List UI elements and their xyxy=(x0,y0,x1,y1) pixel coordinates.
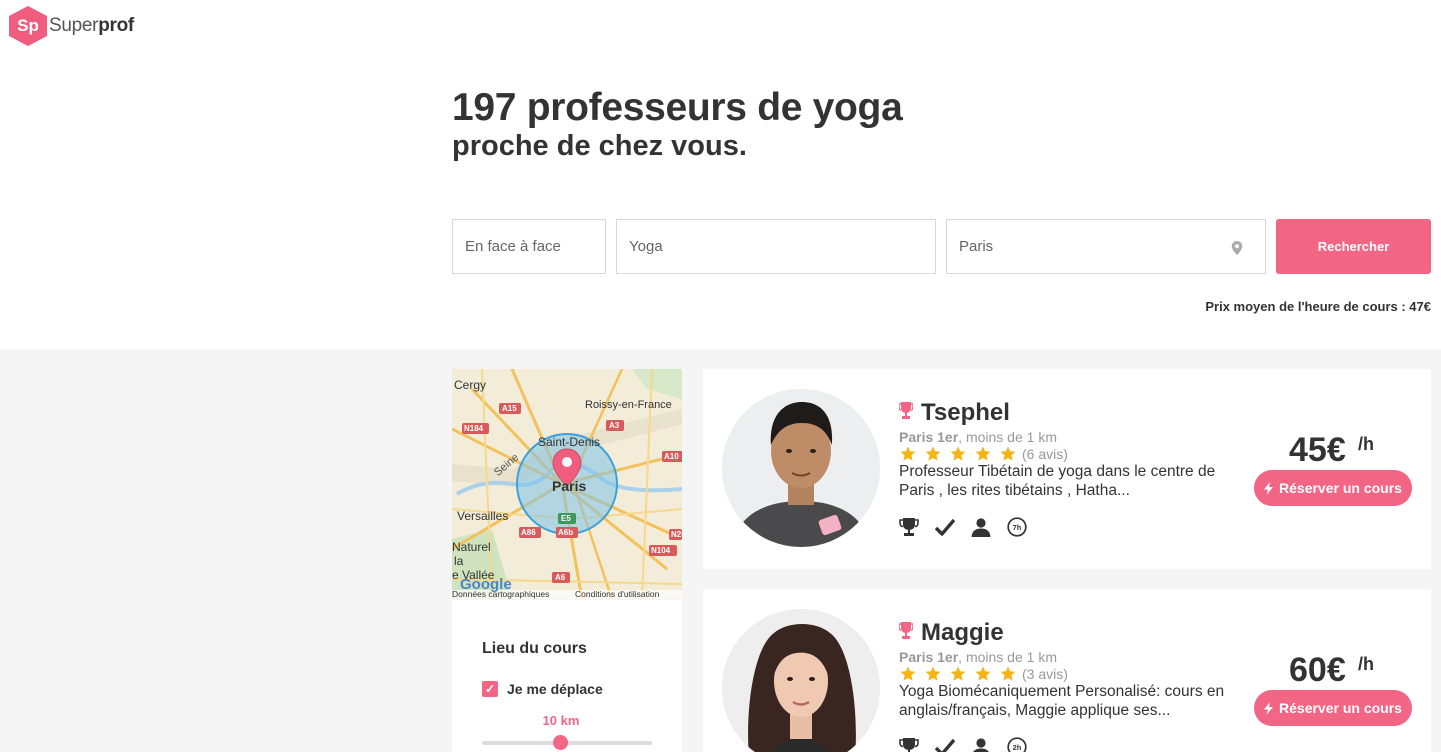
price-unit: /h xyxy=(1358,654,1374,674)
teacher-card[interactable]: Tsephel Paris 1er, moins de 1 km (6 avis… xyxy=(703,369,1431,569)
travel-checkbox-label[interactable]: Je me déplace xyxy=(507,681,603,697)
road-n104: N104 xyxy=(651,546,671,555)
map-label-naturel: Naturel xyxy=(452,540,491,554)
lightning-icon xyxy=(1264,701,1274,715)
road-a15: A15 xyxy=(502,404,517,413)
road-a86: A86 xyxy=(521,528,536,537)
trophy-icon xyxy=(899,518,919,536)
book-lesson-button[interactable]: Réserver un cours xyxy=(1254,690,1412,726)
star-icon xyxy=(925,666,941,681)
filter-title: Lieu du cours xyxy=(482,640,587,657)
star-icon xyxy=(975,446,991,461)
teacher-location: Paris 1er, moins de 1 km xyxy=(899,649,1057,665)
road-e5: E5 xyxy=(561,514,571,523)
map-label-paris: Paris xyxy=(552,478,586,494)
person-icon xyxy=(973,738,989,752)
map-label-saint-denis: Saint-Denis xyxy=(538,435,600,449)
travel-checkbox[interactable]: ✓ xyxy=(482,681,498,697)
svg-text:7h: 7h xyxy=(1013,523,1022,532)
search-button[interactable]: Rechercher xyxy=(1276,219,1431,274)
teacher-description: Professeur Tibétain de yoga dans le cent… xyxy=(899,463,1216,499)
star-icon xyxy=(1000,446,1016,461)
star-icon xyxy=(950,666,966,681)
star-icon xyxy=(1000,666,1016,681)
teacher-photo[interactable] xyxy=(722,389,880,547)
logo-mark: Sp xyxy=(9,6,47,46)
road-a6b: A6b xyxy=(558,528,573,537)
road-a10: A10 xyxy=(664,452,679,461)
logo-text: Superprof xyxy=(49,15,134,36)
check-icon xyxy=(935,518,955,536)
road-n20: N20 xyxy=(671,530,682,539)
superprof-logo[interactable]: Sp Superprof xyxy=(9,6,134,46)
road-n184: N184 xyxy=(464,424,484,433)
map-data-credits[interactable]: Données cartographiques xyxy=(452,589,549,599)
map-label-roissy: Roissy-en-France xyxy=(585,399,672,411)
price-unit: /h xyxy=(1358,434,1374,454)
subject-input[interactable]: Yoga xyxy=(616,219,936,274)
map-label-cergy: Cergy xyxy=(454,378,486,392)
page-subtitle: proche de chez vous. xyxy=(452,130,747,162)
city-value: Paris xyxy=(959,238,994,255)
teacher-name[interactable]: Maggie xyxy=(921,619,1004,647)
teacher-location: Paris 1er, moins de 1 km xyxy=(899,429,1057,445)
person-icon xyxy=(971,518,991,537)
review-count: (3 avis) xyxy=(1022,665,1068,682)
clock-7h-icon: 7h xyxy=(1007,517,1027,537)
star-icon xyxy=(975,666,991,681)
results-map[interactable]: Cergy Roissy-en-France Saint-Denis Seine… xyxy=(452,369,682,599)
page-title: 197 professeurs de yoga xyxy=(452,86,903,129)
star-icon xyxy=(950,446,966,461)
road-a3: A3 xyxy=(609,421,620,430)
teacher-badges: 2h xyxy=(899,737,1043,752)
teacher-card[interactable]: Maggie Paris 1er, moins de 1 km (3 avis)… xyxy=(703,589,1431,752)
teacher-rating: (3 avis) xyxy=(899,665,1068,682)
star-icon xyxy=(900,446,916,461)
trophy-icon xyxy=(899,738,919,752)
map-label-versailles: Versailles xyxy=(457,509,508,523)
radius-value: 10 km xyxy=(542,713,580,728)
city-input[interactable]: Paris xyxy=(946,219,1266,274)
teacher-name[interactable]: Tsephel xyxy=(921,399,1010,427)
check-icon xyxy=(935,738,955,752)
teacher-photo[interactable] xyxy=(722,609,880,752)
teacher-rating: (6 avis) xyxy=(899,445,1068,462)
trophy-icon xyxy=(899,402,913,419)
radius-slider-handle[interactable] xyxy=(553,735,568,750)
map-terms-link[interactable]: Conditions d'utilisation xyxy=(575,589,660,599)
road-a6: A6 xyxy=(555,573,566,582)
star-icon xyxy=(925,446,941,461)
lesson-price: 60€ xyxy=(1289,651,1346,689)
teacher-description: Yoga Biomécaniquement Personalisé: cours… xyxy=(899,683,1225,719)
review-count: (6 avis) xyxy=(1022,445,1068,462)
map-pin-icon xyxy=(1231,241,1243,255)
book-lesson-button[interactable]: Réserver un cours xyxy=(1254,470,1412,506)
map-label-la: la xyxy=(454,554,464,568)
teacher-badges: 7h xyxy=(899,517,1043,537)
lightning-icon xyxy=(1264,481,1274,495)
clock-2h-icon: 2h xyxy=(1007,737,1027,752)
lesson-location-filter: Lieu du cours ✓ Je me déplace 10 km xyxy=(452,600,682,752)
star-icon xyxy=(900,666,916,681)
average-price: Prix moyen de l'heure de cours : 47€ xyxy=(1205,299,1431,314)
trophy-icon xyxy=(899,622,913,639)
svg-text:2h: 2h xyxy=(1013,743,1022,752)
lesson-price: 45€ xyxy=(1289,431,1346,469)
lesson-mode-select[interactable]: En face à face xyxy=(452,219,606,274)
